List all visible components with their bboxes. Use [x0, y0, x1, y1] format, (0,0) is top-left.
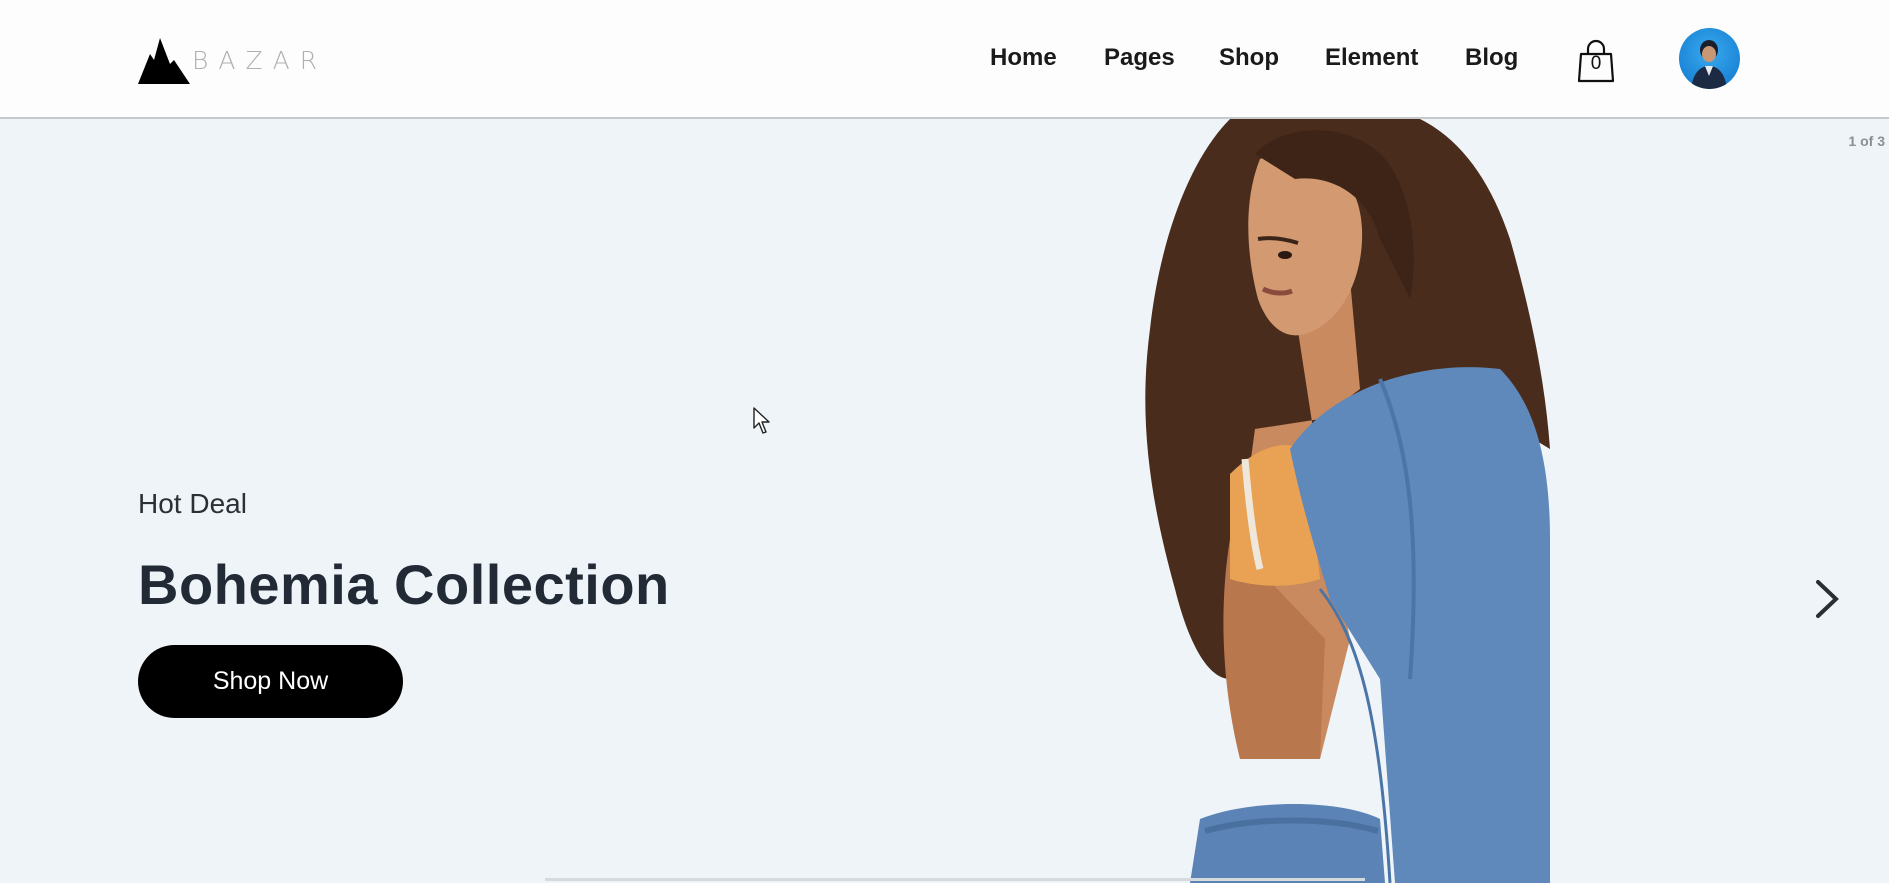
nav-blog[interactable]: Blog: [1465, 44, 1518, 72]
mountain-logo-icon: [138, 38, 190, 84]
cart-button[interactable]: 0: [1576, 38, 1616, 84]
hero-model-image: [1145, 119, 1550, 883]
avatar-photo: [1691, 40, 1727, 89]
hero-slider: 1 of 3 Hot Deal Bohemia Collection Shop …: [0, 119, 1889, 883]
shop-now-button[interactable]: Shop Now: [138, 645, 403, 718]
site-header: BAZAR Home Pages Shop Element Blog 0: [0, 0, 1889, 119]
nav-home[interactable]: Home: [990, 44, 1057, 72]
nav-shop[interactable]: Shop: [1219, 44, 1279, 72]
brand-logo[interactable]: BAZAR: [138, 34, 317, 86]
cart-count: 0: [1590, 53, 1602, 74]
nav-element[interactable]: Element: [1325, 44, 1418, 72]
hero-divider: [545, 878, 1365, 881]
next-slide-button[interactable]: [1806, 574, 1846, 624]
nav-pages[interactable]: Pages: [1104, 44, 1175, 72]
brand-name: BAZAR: [192, 46, 328, 75]
mouse-cursor-icon: [753, 407, 770, 434]
chevron-right-icon: [1816, 580, 1839, 618]
user-avatar[interactable]: [1679, 28, 1740, 89]
slide-counter: 1 of 3: [1848, 133, 1885, 149]
hero-eyebrow: Hot Deal: [138, 488, 247, 519]
hero-headline: Bohemia Collection: [138, 553, 670, 616]
